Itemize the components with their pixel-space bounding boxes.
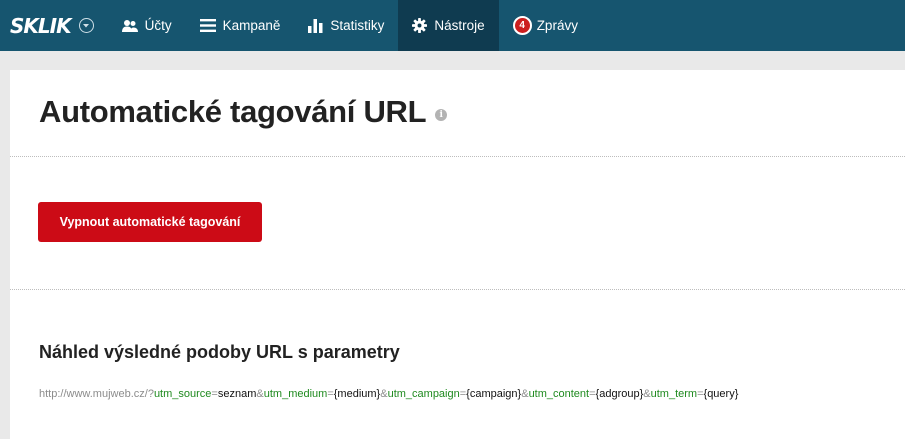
nav-item-accounts[interactable]: Účty (108, 0, 186, 51)
main-card: Automatické tagování URL i Vypnout autom… (10, 70, 905, 439)
url-preview: http://www.mujweb.cz/?utm_source=seznam&… (39, 388, 738, 400)
url-ampersand: & (643, 388, 651, 400)
top-navigation: SKLIK Účty Kampaně Statistiky Nástroje 4… (0, 0, 905, 51)
title-row: Automatické tagování URL i (39, 94, 448, 130)
url-param: utm_medium (263, 388, 328, 400)
nav-label: Zprávy (536, 18, 578, 33)
url-value: {campaign} (466, 388, 522, 400)
url-ampersand: & (521, 388, 529, 400)
url-param: utm_term (650, 388, 698, 400)
url-param: utm_source (153, 388, 212, 400)
page-title: Automatické tagování URL (39, 94, 427, 129)
section-title: Náhled výsledné podoby URL s parametry (39, 342, 400, 362)
divider (10, 289, 905, 290)
url-ampersand: & (380, 388, 388, 400)
nav-item-campaigns[interactable]: Kampaně (186, 0, 295, 51)
divider (10, 156, 905, 157)
bar-chart-icon (308, 18, 323, 33)
url-value: {query} (703, 388, 739, 400)
gear-icon (412, 18, 428, 33)
nav-item-messages[interactable]: 4 Zprávy (499, 0, 592, 51)
logo-text: SKLIK (10, 13, 72, 38)
nav-label: Kampaně (222, 18, 281, 33)
nav-label: Nástroje (434, 18, 485, 33)
nav-label: Účty (144, 18, 172, 33)
url-ampersand: & (256, 388, 264, 400)
url-value: {medium} (333, 388, 381, 400)
users-icon (121, 19, 138, 33)
url-value: {adgroup} (595, 388, 644, 400)
url-param: utm_campaign (387, 388, 460, 400)
info-icon[interactable]: i (435, 109, 448, 121)
menu-icon (199, 19, 216, 32)
nav-item-statistics[interactable]: Statistiky (294, 0, 398, 51)
nav-item-tools[interactable]: Nástroje (398, 0, 499, 51)
url-value: seznam (217, 388, 257, 400)
url-param: utm_content (528, 388, 590, 400)
message-count-badge: 4 (512, 16, 532, 35)
sklik-logo[interactable]: SKLIK (0, 0, 108, 51)
nav-label: Statistiky (330, 18, 385, 33)
chevron-down-icon[interactable] (78, 18, 94, 33)
disable-auto-tagging-button[interactable]: Vypnout automatické tagování (38, 202, 262, 242)
url-base: http://www.mujweb.cz/? (39, 388, 154, 400)
